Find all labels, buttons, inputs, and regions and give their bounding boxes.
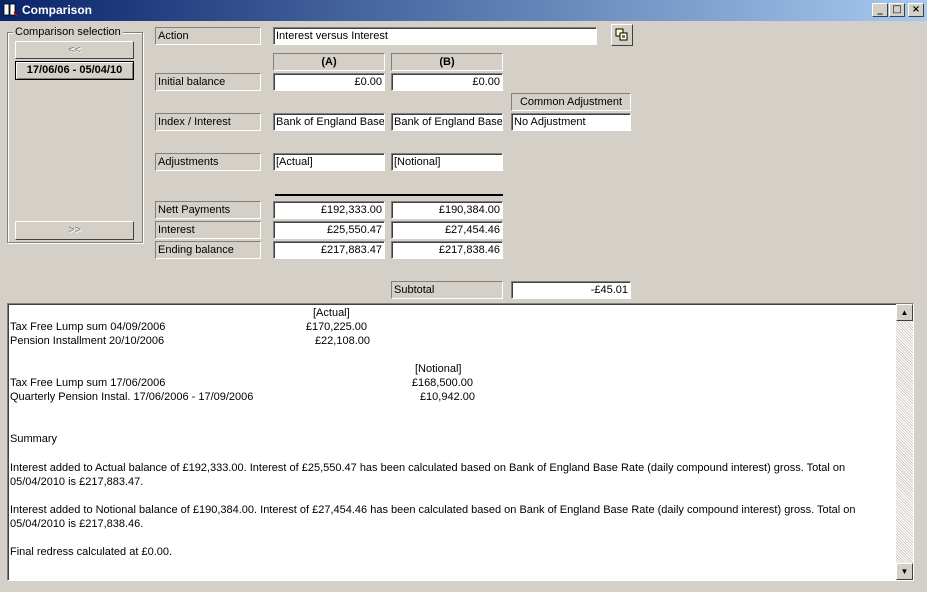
- common-adjustment-header: Common Adjustment: [511, 93, 631, 111]
- index-interest-b-field[interactable]: Bank of England Base: [391, 113, 503, 131]
- ending-balance-a-field[interactable]: £217,883.47: [273, 241, 385, 259]
- ending-balance-b-field[interactable]: £217,838.46: [391, 241, 503, 259]
- report-text-area[interactable]: [Actual] Tax Free Lump sum 04/09/2006 £1…: [7, 303, 914, 581]
- index-interest-a-field[interactable]: Bank of England Base: [273, 113, 385, 131]
- list-item: Tax Free Lump sum 04/09/2006: [10, 321, 166, 333]
- notional-heading: [Notional]: [415, 363, 462, 375]
- interest-a-field[interactable]: £25,550.47: [273, 221, 385, 239]
- initial-balance-a-field[interactable]: £0.00: [273, 73, 385, 91]
- scroll-down-button[interactable]: ▼: [896, 563, 913, 580]
- list-item: Quarterly Pension Instal. 17/06/2006 - 1…: [10, 391, 254, 403]
- totals-divider: [275, 194, 503, 196]
- previous-period-button[interactable]: <<: [15, 41, 134, 59]
- maximize-button[interactable]: □: [889, 3, 905, 17]
- column-a-header: (A): [273, 53, 385, 71]
- index-interest-label: Index / Interest: [155, 113, 261, 131]
- nett-payments-a-field[interactable]: £192,333.00: [273, 201, 385, 219]
- common-adjustment-field[interactable]: No Adjustment: [511, 113, 631, 131]
- list-item-amount: £168,500.00: [411, 377, 473, 389]
- nett-payments-label: Nett Payments: [155, 201, 261, 219]
- report-scrollbar[interactable]: ▲ ▼: [896, 304, 913, 580]
- close-button[interactable]: ×: [908, 3, 924, 17]
- adjustments-label: Adjustments: [155, 153, 261, 171]
- list-item: Tax Free Lump sum 17/06/2006: [10, 377, 166, 389]
- initial-balance-label: Initial balance: [155, 73, 261, 91]
- interest-b-field[interactable]: £27,454.46: [391, 221, 503, 239]
- scroll-up-button[interactable]: ▲: [896, 304, 913, 321]
- minimize-button[interactable]: _: [872, 3, 888, 17]
- app-icon: [3, 3, 18, 17]
- actual-heading: [Actual]: [313, 307, 350, 319]
- final-redress-text: Final redress calculated at £0.00.: [10, 546, 173, 558]
- ending-balance-label: Ending balance: [155, 241, 261, 259]
- list-item-amount: £10,942.00: [419, 391, 475, 403]
- period-selection-button[interactable]: 17/06/06 - 05/04/10: [15, 61, 134, 80]
- summary-actual-paragraph: Interest added to Actual balance of £192…: [10, 462, 846, 488]
- interest-label: Interest: [155, 221, 261, 239]
- select-action-button[interactable]: [611, 24, 633, 46]
- initial-balance-b-field[interactable]: £0.00: [391, 73, 503, 91]
- summary-notional-paragraph: Interest added to Notional balance of £1…: [10, 504, 856, 530]
- summary-heading: Summary: [10, 433, 58, 445]
- list-item: Pension Installment 20/10/2006: [10, 335, 165, 347]
- nett-payments-b-field[interactable]: £190,384.00: [391, 201, 503, 219]
- list-item-amount: £22,108.00: [314, 335, 370, 347]
- adjustments-b-field[interactable]: [Notional]: [391, 153, 503, 171]
- title-bar[interactable]: Comparison _ □ ×: [0, 0, 927, 21]
- subtotal-field[interactable]: -£45.01: [511, 281, 631, 299]
- comparison-selection-label: Comparison selection: [13, 26, 123, 38]
- copy-icon: [615, 28, 628, 41]
- next-period-button[interactable]: >>: [15, 221, 134, 240]
- action-field[interactable]: Interest versus Interest: [273, 27, 597, 45]
- subtotal-label: Subtotal: [391, 281, 503, 299]
- window-title: Comparison: [22, 3, 93, 17]
- column-b-header: (B): [391, 53, 503, 71]
- action-label: Action: [155, 27, 261, 45]
- list-item-amount: £170,225.00: [305, 321, 367, 333]
- adjustments-a-field[interactable]: [Actual]: [273, 153, 385, 171]
